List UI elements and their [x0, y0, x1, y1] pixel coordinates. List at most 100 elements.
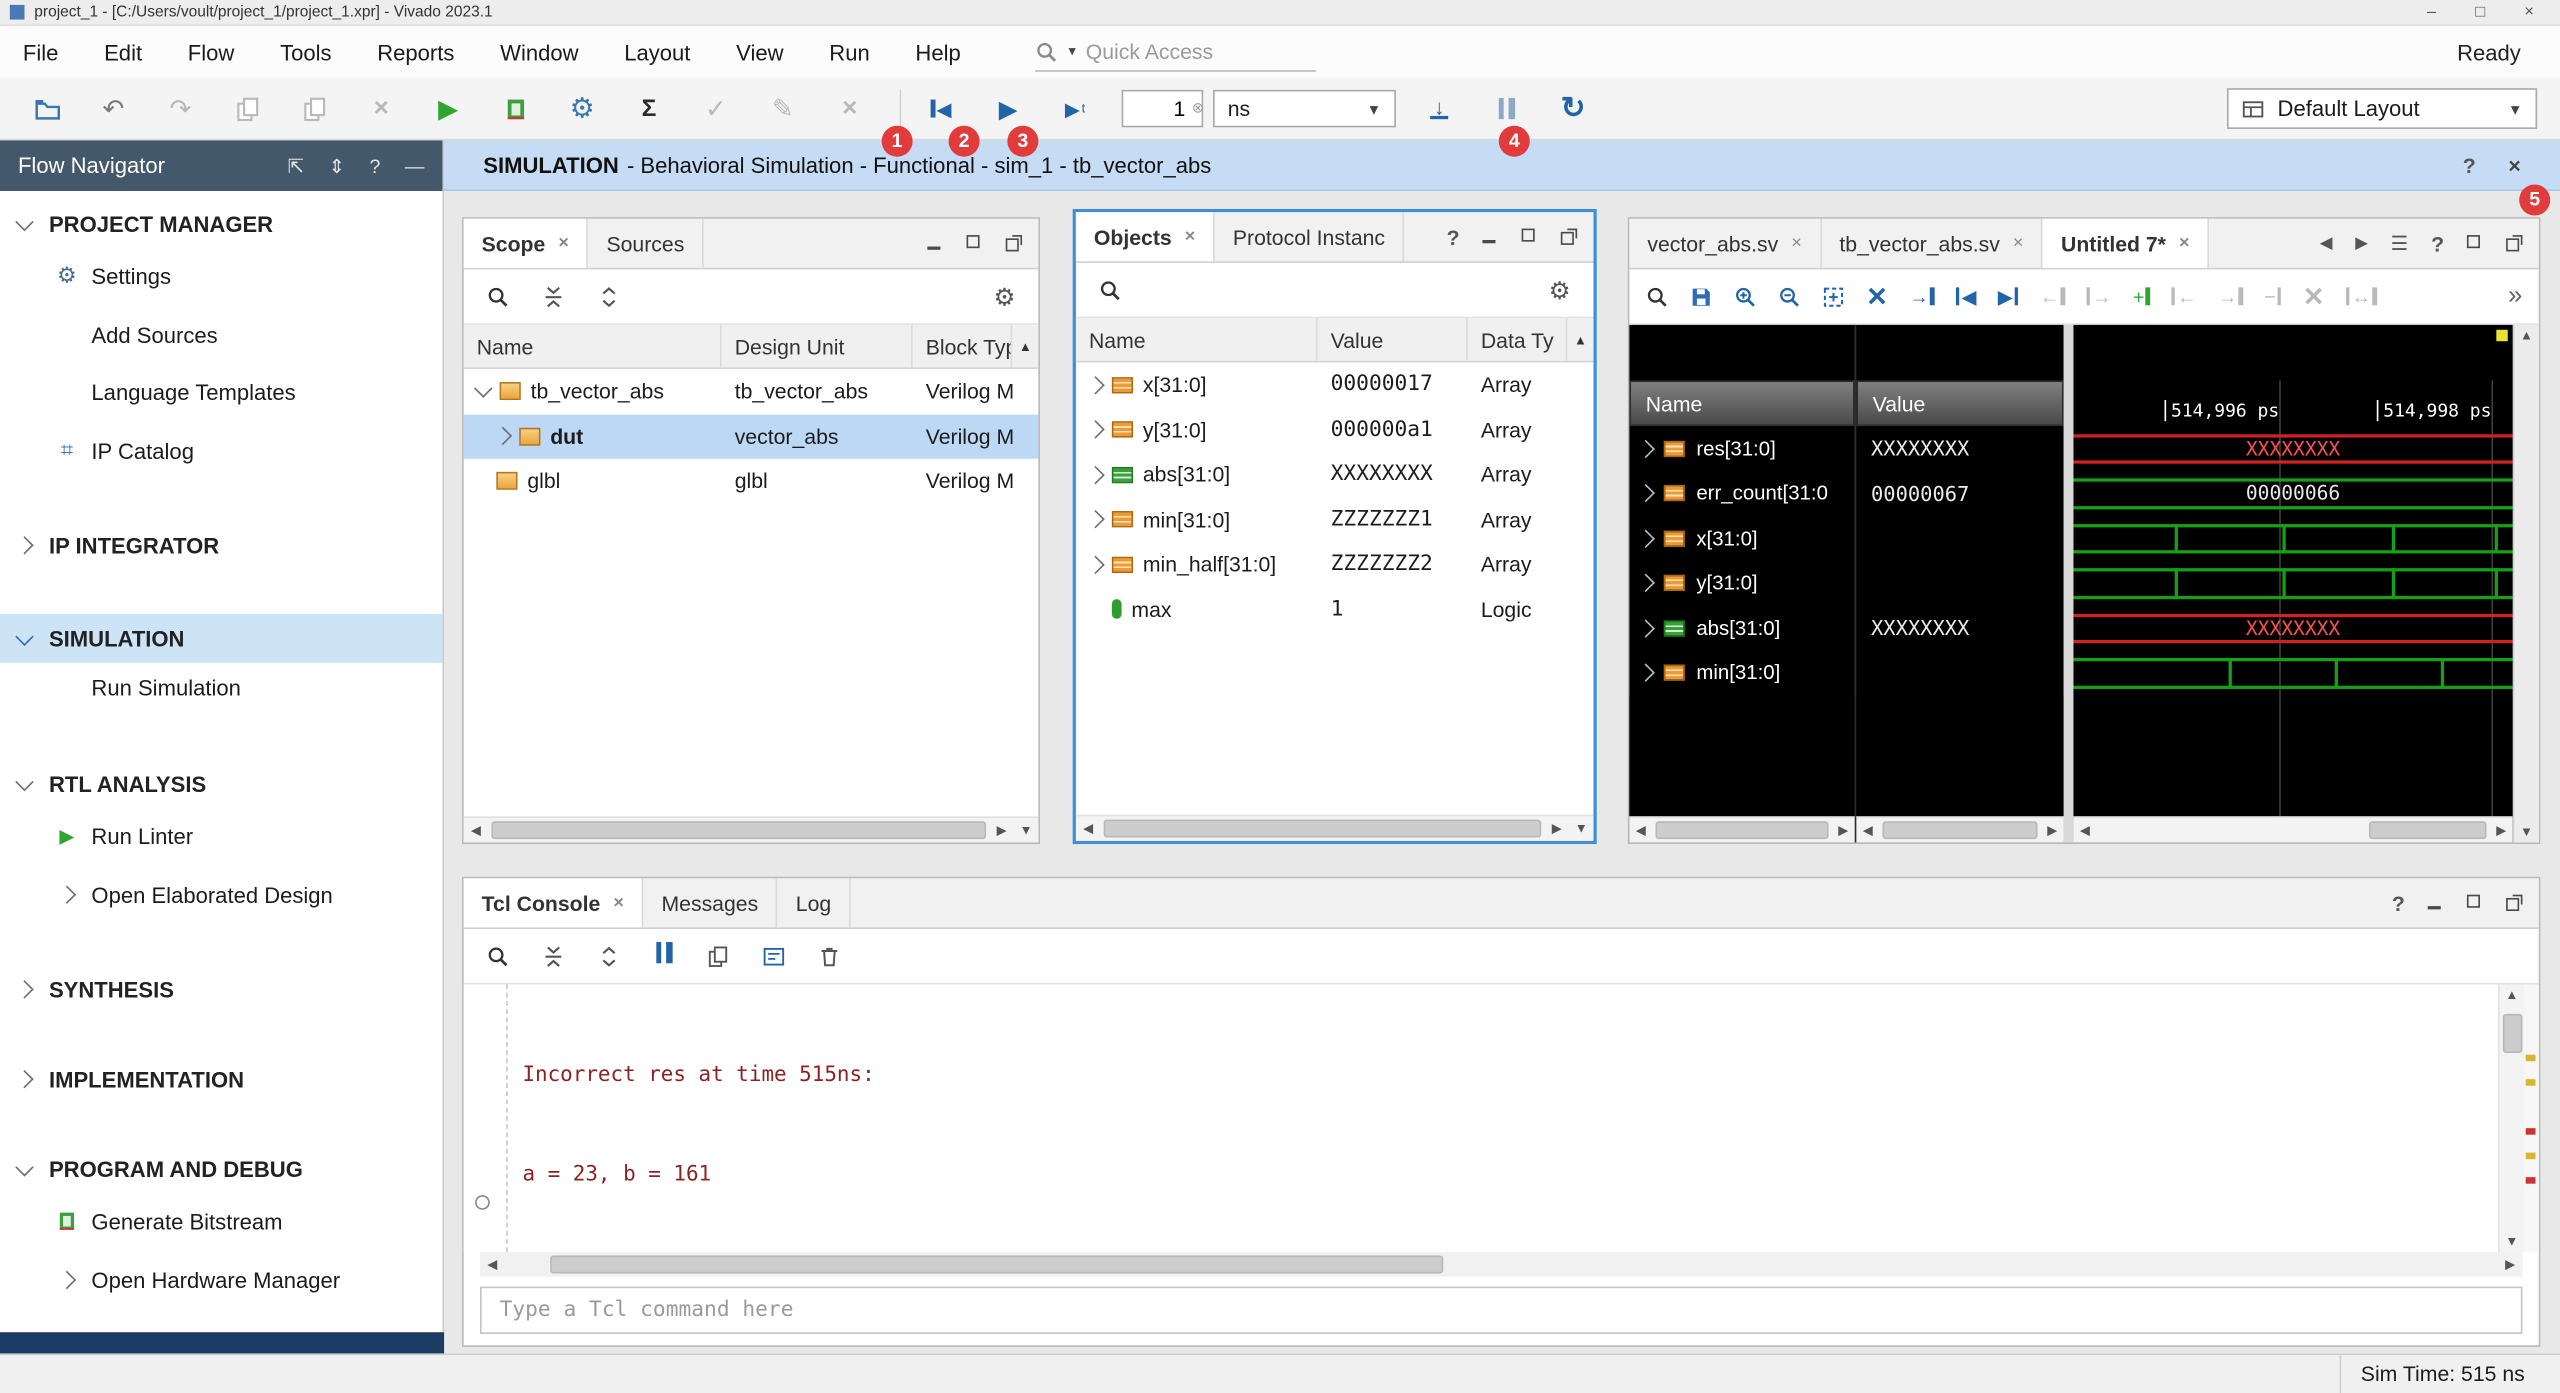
swap-cursor2-icon[interactable]: → — [2086, 285, 2111, 308]
search-icon[interactable] — [1099, 278, 1122, 301]
run-time-input[interactable] — [1130, 95, 1189, 123]
scroll-down-icon[interactable]: ▼ — [1569, 821, 1593, 836]
close-icon[interactable]: × — [613, 893, 624, 913]
table-row[interactable]: min_half[31:0] ZZZZZZZ2 Array — [1076, 542, 1594, 587]
horizontal-scrollbar[interactable]: ◀ ▶ ▼ — [1076, 815, 1594, 841]
wave-plot-area[interactable]: 514,996 ps 514,998 ps XXXXXXXX 00000066 … — [2073, 325, 2512, 843]
float-icon[interactable] — [1006, 235, 1022, 251]
nav-item-language-templates[interactable]: Language Templates — [0, 369, 442, 415]
edit-pencil-button[interactable]: ✎ — [762, 92, 803, 125]
menu-help[interactable]: Help — [893, 26, 984, 78]
close-icon[interactable]: × — [1791, 233, 1802, 253]
pin-icon[interactable]: ⇱ — [288, 154, 304, 177]
wave-signal-name[interactable]: x[31:0] — [1629, 516, 1854, 561]
tab-scope[interactable]: Scope × — [464, 219, 589, 268]
save-button[interactable] — [227, 96, 268, 122]
menu-edit[interactable]: Edit — [81, 26, 165, 78]
close-icon[interactable]: × — [1185, 227, 1196, 247]
search-icon[interactable] — [487, 944, 510, 967]
nav-item-open-elaborated-design[interactable]: Open Elaborated Design — [0, 872, 442, 918]
table-row[interactable]: y[31:0] 000000a1 Array — [1076, 407, 1594, 452]
nav-item-settings[interactable]: ⚙ Settings — [0, 253, 442, 299]
menu-view[interactable]: View — [713, 26, 806, 78]
maximize-icon[interactable] — [967, 235, 983, 251]
tab-scroll-right-icon[interactable]: ▶ — [2355, 234, 2368, 252]
section-rtl-analysis[interactable]: RTL ANALYSIS — [0, 761, 442, 807]
table-row[interactable]: abs[31:0] XXXXXXXX Array — [1076, 452, 1594, 497]
console-output[interactable]: Incorrect res at time 515ns: a = 23, b =… — [464, 984, 2539, 1252]
tab-sources[interactable]: Sources — [588, 219, 703, 268]
scroll-up-icon[interactable]: ▲ — [1567, 318, 1593, 360]
cancel-button[interactable]: × — [829, 94, 870, 123]
window-close-button[interactable]: × — [2524, 3, 2534, 21]
time-unit-select[interactable]: ns ▼ — [1213, 90, 1396, 128]
prev-marker-icon[interactable]: ← — [2171, 285, 2196, 308]
chevron-right-icon[interactable] — [1636, 619, 1654, 637]
delete-button[interactable]: × — [361, 94, 402, 123]
program-device-button[interactable] — [495, 96, 536, 122]
help-icon[interactable]: ? — [2431, 231, 2444, 255]
menu-reports[interactable]: Reports — [354, 26, 477, 78]
copy-icon[interactable] — [707, 944, 730, 967]
vertical-scrollbar[interactable]: ▲ ▼ — [2513, 325, 2539, 843]
run-all-button[interactable]: ▶ — [988, 94, 1029, 123]
wave-signal-name[interactable]: min[31:0] — [1629, 651, 1854, 696]
close-icon[interactable]: × — [2179, 233, 2190, 253]
column-design-unit[interactable]: Design Unit — [722, 325, 913, 367]
table-row[interactable]: max 1 Logic — [1076, 587, 1594, 632]
chevron-right-icon[interactable] — [1636, 664, 1654, 682]
minimize-icon[interactable] — [1482, 229, 1498, 245]
minimize-icon[interactable]: — — [405, 154, 425, 177]
quick-access-search[interactable]: ▾ Quick Access — [1036, 33, 1317, 71]
table-row[interactable]: min[31:0] ZZZZZZZ1 Array — [1076, 497, 1594, 542]
add-marker-icon[interactable]: + — [2133, 285, 2150, 308]
float-icon[interactable] — [2506, 235, 2522, 251]
float-icon[interactable] — [1561, 229, 1577, 245]
column-data-type[interactable]: Data Ty — [1468, 318, 1568, 360]
pause-button[interactable] — [1486, 98, 1527, 119]
scroll-right-icon[interactable]: ▶ — [989, 823, 1013, 838]
undo-button[interactable]: ↶ — [93, 92, 134, 125]
run-time-field[interactable]: ⊗ — [1122, 90, 1204, 128]
tab-tcl-console[interactable]: Tcl Console × — [464, 878, 644, 927]
section-implementation[interactable]: IMPLEMENTATION — [0, 1056, 442, 1102]
horizontal-scrollbar[interactable]: ◀ ▶ — [1629, 816, 1854, 842]
zoom-out-icon[interactable] — [1778, 285, 1801, 308]
restart-simulation-button[interactable]: ◀ — [921, 97, 962, 120]
remove-marker-icon[interactable]: − — [2264, 285, 2281, 308]
expand-all-icon[interactable] — [598, 944, 621, 967]
maximize-icon[interactable] — [2467, 235, 2483, 251]
scroll-down-icon[interactable]: ▼ — [2505, 1234, 2518, 1249]
chevron-down-icon[interactable] — [474, 380, 492, 398]
scroll-up-icon[interactable]: ▲ — [2505, 988, 2518, 1003]
scroll-right-icon[interactable]: ▶ — [1544, 821, 1568, 836]
tab-list-icon[interactable]: ☰ — [2391, 232, 2409, 255]
scroll-right-icon[interactable]: ▶ — [2041, 823, 2064, 838]
report-sigma-button[interactable]: Σ — [629, 95, 670, 123]
warning-marker[interactable] — [2526, 1079, 2536, 1086]
chevron-right-icon[interactable] — [1636, 439, 1654, 457]
expand-all-icon[interactable] — [598, 285, 621, 308]
horizontal-scrollbar[interactable]: ◀ ▶ — [2073, 816, 2512, 842]
nav-item-ip-catalog[interactable]: ⌗ IP Catalog — [0, 428, 442, 474]
remove-cursor-icon[interactable]: ✕ — [1866, 280, 1888, 313]
wave-value-header[interactable]: Value — [1856, 380, 2063, 426]
warning-marker[interactable] — [2526, 1055, 2536, 1062]
menu-window[interactable]: Window — [477, 26, 601, 78]
paste-button[interactable] — [294, 96, 335, 122]
error-marker[interactable] — [2526, 1177, 2536, 1184]
tab-messages[interactable]: Messages — [644, 878, 778, 927]
tab-objects[interactable]: Objects × — [1076, 212, 1215, 261]
error-marker[interactable] — [2526, 1128, 2536, 1135]
gear-icon[interactable]: ⚙ — [994, 282, 1016, 311]
scroll-up-icon[interactable]: ▲ — [2520, 328, 2533, 343]
minimize-icon[interactable] — [2428, 895, 2444, 911]
gear-icon[interactable]: ⚙ — [1549, 275, 1571, 304]
tab-scroll-left-icon[interactable]: ◀ — [2320, 234, 2333, 252]
fit-between-icon[interactable]: ↔ — [2346, 285, 2377, 308]
menu-flow[interactable]: Flow — [165, 26, 257, 78]
scroll-right-icon[interactable]: ▶ — [2498, 1257, 2522, 1272]
chevron-right-icon[interactable] — [1086, 465, 1104, 483]
section-program-and-debug[interactable]: PROGRAM AND DEBUG — [0, 1146, 442, 1192]
section-simulation[interactable]: SIMULATION — [0, 614, 442, 663]
